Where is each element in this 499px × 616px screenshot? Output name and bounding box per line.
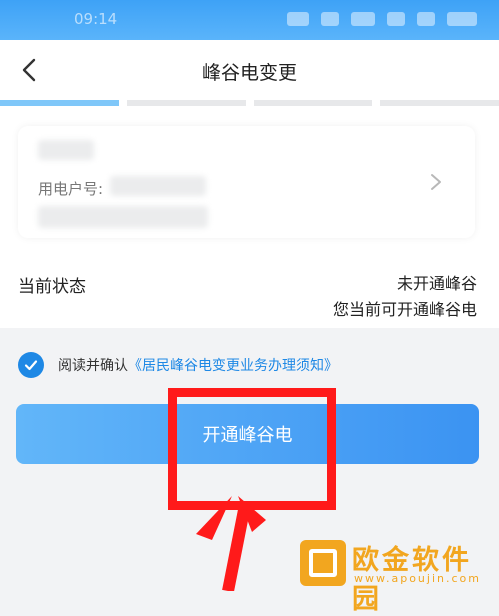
- agreement-row: 阅读并确认 《居民峰谷电变更业务办理须知》: [18, 352, 338, 378]
- progress-step-1: [0, 100, 119, 106]
- status-description: 您当前可开通峰谷电: [332, 300, 477, 319]
- progress-step-2: [126, 100, 246, 106]
- system-icons: [287, 12, 477, 28]
- status-label: 当前状态: [18, 277, 86, 297]
- account-card[interactable]: 用电户号:: [18, 126, 475, 238]
- watermark: 欧金软件园 www.apoujin.com: [300, 536, 499, 615]
- signal-icon-2: [417, 12, 435, 26]
- agreement-checkbox[interactable]: [18, 352, 44, 378]
- status-time: 09:14: [74, 10, 118, 28]
- status-bar: 09:14: [0, 0, 499, 40]
- watermark-url: www.apoujin.com: [354, 572, 481, 585]
- hd-icon: [351, 12, 375, 26]
- nfc-icon: [287, 12, 309, 26]
- nav-header: 峰谷电变更: [0, 40, 499, 100]
- current-status-row: 当前状态 未开通峰谷 您当前可开通峰谷电: [0, 248, 499, 328]
- battery-icon: [447, 12, 477, 26]
- chevron-right-icon: [431, 174, 441, 190]
- status-value: 未开通峰谷: [396, 274, 477, 293]
- step-progress: [0, 100, 499, 108]
- account-number-label: 用电户号:: [38, 180, 104, 198]
- activate-button[interactable]: 开通峰谷电: [16, 404, 479, 464]
- blurred-account-name: [38, 140, 94, 160]
- check-icon: [24, 360, 38, 371]
- agreement-prefix: 阅读并确认: [58, 358, 128, 374]
- blurred-account-address: [38, 206, 208, 228]
- agreement-link[interactable]: 《居民峰谷电变更业务办理须知》: [128, 355, 338, 375]
- progress-step-3: [253, 100, 373, 106]
- wifi-icon: [321, 12, 339, 26]
- annotation-arrow-icon: [196, 496, 266, 591]
- signal-icon: [387, 12, 405, 26]
- watermark-logo-icon: [300, 540, 346, 586]
- progress-step-4: [380, 100, 499, 106]
- page-title: 峰谷电变更: [201, 62, 297, 84]
- blurred-account-number: [110, 176, 206, 196]
